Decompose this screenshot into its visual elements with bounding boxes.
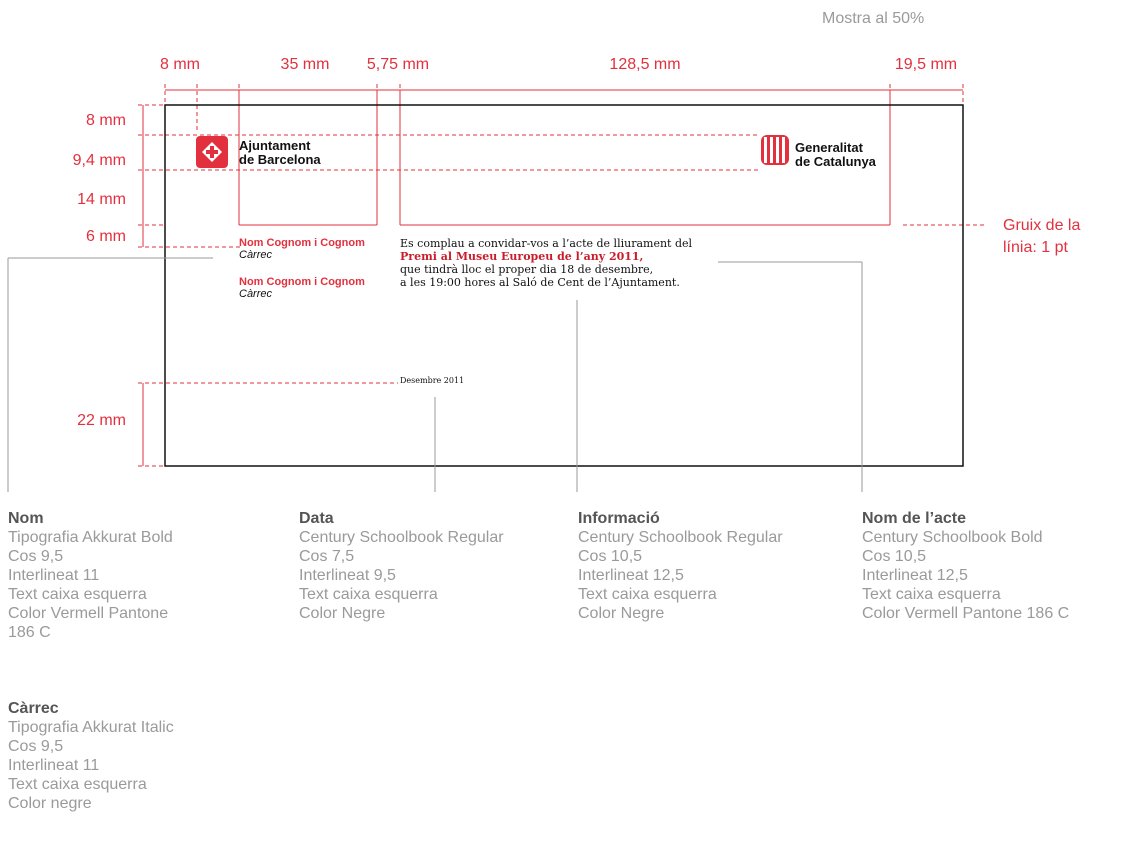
spec-nom: Nom Tipografia Akkurat Bold Cos 9,5 Inte… bbox=[8, 510, 173, 641]
signer-role: Càrrec bbox=[239, 288, 273, 300]
signer-name: Nom Cognom i Cognom bbox=[239, 276, 365, 288]
invitation-date: Desembre 2011 bbox=[400, 376, 465, 385]
measure-signer-column: 35 mm bbox=[280, 56, 330, 73]
signer-name: Nom Cognom i Cognom bbox=[239, 237, 365, 249]
measure-gutter: 5,75 mm bbox=[366, 56, 430, 73]
spec-carrec: Càrrec Tipografia Akkurat Italic Cos 9,5… bbox=[8, 700, 174, 812]
signer-2: Nom Cognom i Cognom Càrrec bbox=[239, 276, 365, 300]
spec-informacio: Informació Century Schoolbook Regular Co… bbox=[578, 510, 783, 622]
measure-margin-right: 19,5 mm bbox=[894, 56, 958, 73]
measure-text-gap: 6 mm bbox=[86, 228, 126, 245]
measure-info-column: 128,5 mm bbox=[609, 56, 681, 73]
measure-bottom-margin: 22 mm bbox=[77, 412, 126, 429]
measure-logo-height: 9,4 mm bbox=[72, 152, 126, 169]
measure-logo-gap: 14 mm bbox=[77, 191, 126, 208]
spec-nom-acte: Nom de l’acte Century Schoolbook Bold Co… bbox=[862, 510, 1070, 622]
generalitat-logo-text: Generalitat de Catalunya bbox=[795, 140, 876, 169]
invitation-text: Es complau a convidar-vos a l’acte de ll… bbox=[400, 237, 693, 289]
ajuntament-logo-icon bbox=[196, 136, 228, 168]
signer-role: Càrrec bbox=[239, 249, 273, 261]
measure-margin-left: 8 mm bbox=[160, 56, 200, 73]
event-name: Premi al Museu Europeu de l’any 2011, bbox=[400, 250, 644, 263]
line-thickness-note: Gruix de la línia: 1 pt bbox=[1003, 217, 1081, 256]
measure-top-margin: 8 mm bbox=[86, 112, 126, 129]
ajuntament-logo-text: Ajuntament de Barcelona bbox=[239, 138, 321, 167]
spec-data: Data Century Schoolbook Regular Cos 7,5 … bbox=[299, 510, 504, 622]
sample-scale-label: Mostra al 50% bbox=[822, 10, 925, 27]
signer-1: Nom Cognom i Cognom Càrrec bbox=[239, 237, 365, 261]
generalitat-logo-icon bbox=[760, 134, 790, 166]
